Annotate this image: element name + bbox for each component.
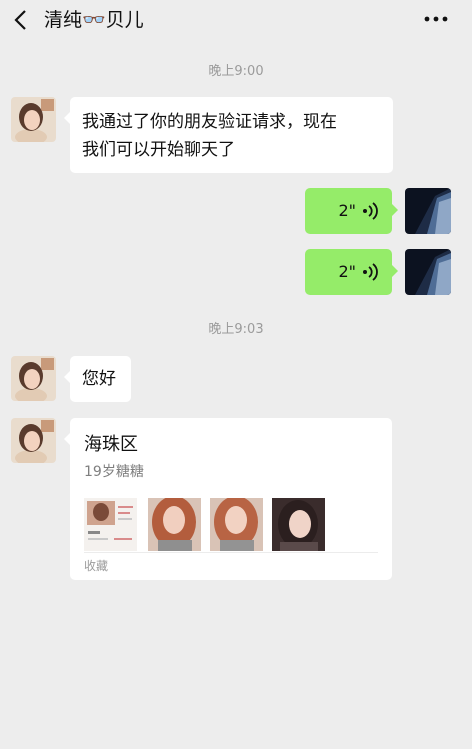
chat-title[interactable]: 清纯👓贝儿: [44, 6, 144, 34]
back-chevron-icon[interactable]: [8, 6, 36, 34]
favorite-card[interactable]: 海珠区 19岁糖糖 收藏: [64, 418, 392, 580]
card-source-label: 收藏: [84, 559, 109, 573]
card-divider: [84, 552, 378, 553]
timestamp: 晚上9:03: [208, 322, 264, 337]
message-bubble[interactable]: 您好: [64, 356, 131, 402]
more-dots-icon[interactable]: [424, 16, 448, 22]
card-thumbnail[interactable]: [84, 498, 137, 551]
message-text: 您好: [82, 369, 116, 389]
contact-avatar[interactable]: [11, 356, 56, 401]
voice-message-bubble[interactable]: 2": [305, 249, 398, 295]
chat-header: 清纯👓贝儿: [0, 0, 472, 40]
voice-duration: 2": [338, 262, 356, 281]
card-thumbnail[interactable]: [272, 498, 325, 551]
message-text-line: 我们可以开始聊天了: [82, 140, 235, 160]
message-bubble[interactable]: 我通过了你的朋友验证请求，现在 我们可以开始聊天了: [64, 97, 393, 173]
my-avatar[interactable]: [405, 249, 451, 295]
voice-wave-icon: [363, 202, 378, 220]
message-text-line: 我通过了你的朋友验证请求，现在: [82, 112, 337, 132]
card-thumbnail[interactable]: [210, 498, 263, 551]
contact-avatar[interactable]: [11, 418, 56, 463]
card-title: 海珠区: [84, 434, 138, 455]
card-thumbnail[interactable]: [148, 498, 201, 551]
timestamp: 晚上9:00: [208, 64, 264, 79]
contact-avatar[interactable]: [11, 97, 56, 142]
voice-duration: 2": [338, 201, 356, 220]
voice-message-bubble[interactable]: 2": [305, 188, 398, 234]
voice-wave-icon: [363, 263, 378, 281]
card-description: 19岁糖糖: [84, 464, 144, 480]
my-avatar[interactable]: [405, 188, 451, 234]
